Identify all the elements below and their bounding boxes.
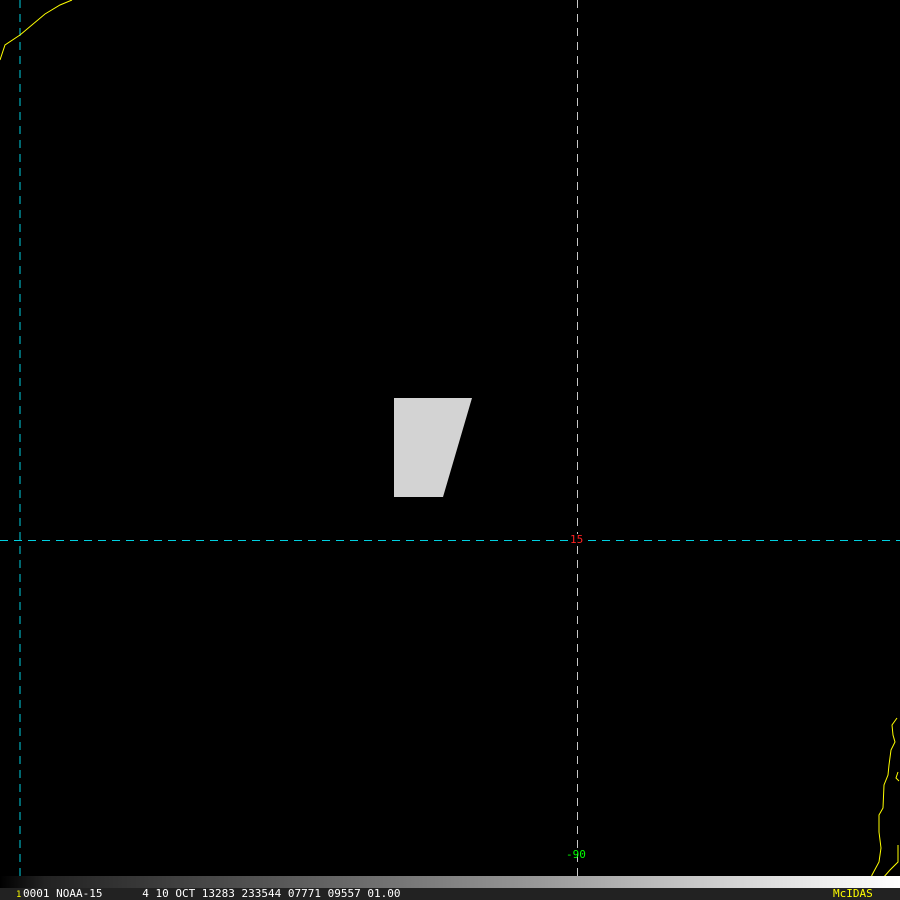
satellite-image-view: 15 -90 1 0001 NOAA-15 4 10 OCT 13283 233… xyxy=(0,0,900,900)
longitude-label: -90 xyxy=(566,848,586,861)
image-info-bar: 1 0001 NOAA-15 4 10 OCT 13283 233544 077… xyxy=(0,888,900,900)
cloud-feature xyxy=(394,398,472,497)
image-metadata-text: 0001 NOAA-15 4 10 OCT 13283 233544 07771… xyxy=(23,887,401,900)
map-overlay xyxy=(0,0,900,889)
coastline-southeast xyxy=(867,717,898,889)
coastline-southeast-inner xyxy=(895,771,900,782)
mcidas-brand: McIDAS xyxy=(833,887,873,900)
latitude-label: 15 xyxy=(570,533,584,546)
coastline-northwest xyxy=(0,0,73,61)
frame-number: 1 xyxy=(16,890,22,900)
